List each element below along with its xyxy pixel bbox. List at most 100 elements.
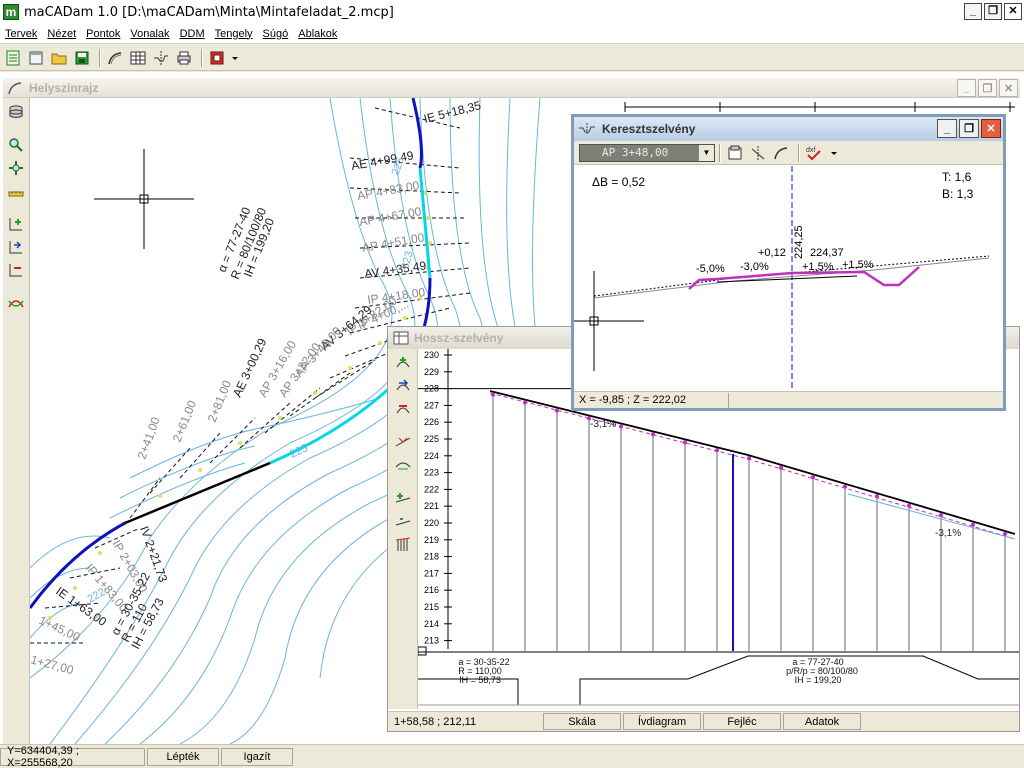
grade-point bbox=[779, 465, 783, 470]
ordinates-icon[interactable] bbox=[393, 534, 413, 554]
add-vertex-icon[interactable] bbox=[393, 353, 413, 373]
grade-point bbox=[555, 408, 559, 413]
site-plan-controls: _ ❐ ✕ bbox=[957, 79, 1018, 97]
station-dropdown[interactable]: AP 3+48,00 ▼ bbox=[579, 143, 715, 162]
toolbar-separator bbox=[798, 143, 800, 162]
main-statusbar: Y=634404,39 ; X=255568,20 Lépték Igazít bbox=[0, 744, 1024, 768]
toolbar-separator bbox=[201, 48, 203, 67]
measure-icon[interactable] bbox=[6, 181, 26, 201]
menu-vonalak[interactable]: Vonalak bbox=[125, 28, 174, 40]
open-plan-icon[interactable] bbox=[26, 48, 46, 68]
label-2-41: 2+41,00 bbox=[135, 415, 163, 461]
site-plan-icon bbox=[8, 81, 22, 94]
save-icon[interactable] bbox=[72, 48, 92, 68]
grade-point bbox=[523, 400, 527, 405]
pan-icon[interactable] bbox=[6, 158, 26, 178]
label-ap-4-83: AP 4+83,00 bbox=[356, 178, 421, 203]
scale-button[interactable]: Skála bbox=[543, 713, 621, 730]
long-section-statusbar: 1+58,58 ; 212,11 Skála Ívdiagram Fejléc … bbox=[388, 711, 1019, 731]
curve-diagram-button[interactable]: Ívdiagram bbox=[623, 713, 701, 730]
header-button[interactable]: Fejléc bbox=[703, 713, 781, 730]
vertical-curve-icon[interactable] bbox=[393, 455, 413, 475]
grade-label-right: -3,1% bbox=[935, 528, 961, 539]
grade-point bbox=[683, 440, 687, 445]
station-value: AP 3+48,00 bbox=[602, 146, 669, 159]
site-plan-title: Helyszínrajz bbox=[29, 80, 99, 95]
add-terrain-icon[interactable] bbox=[393, 488, 413, 508]
label-2-61: 2+61,00 bbox=[170, 398, 199, 444]
close-button[interactable]: ✕ bbox=[1004, 3, 1022, 20]
dxf-export-icon[interactable]: dxf bbox=[804, 143, 826, 163]
crosshair-cursor bbox=[94, 149, 194, 249]
y-tick-label: 219 bbox=[424, 535, 439, 545]
alignment-tangent bbox=[124, 461, 271, 525]
minimize-button[interactable]: _ bbox=[964, 3, 982, 20]
y-tick-label: 230 bbox=[424, 350, 439, 360]
site-plan-close-button[interactable]: ✕ bbox=[999, 79, 1018, 97]
y-tick-label: 217 bbox=[424, 568, 439, 578]
dropdown-arrow-icon[interactable] bbox=[230, 48, 240, 68]
grade-point bbox=[747, 456, 751, 461]
cross-section-titlebar: Keresztszelvény _ ❐ ✕ bbox=[571, 114, 1006, 141]
new-plan-icon[interactable] bbox=[3, 48, 23, 68]
y-tick-label: 216 bbox=[424, 585, 439, 595]
menu-sugo[interactable]: Súgó bbox=[258, 28, 294, 40]
layers-icon[interactable] bbox=[207, 48, 227, 68]
delta-b-label: ΔB = 0,52 bbox=[592, 175, 645, 189]
move-vertex-icon[interactable] bbox=[393, 376, 413, 396]
menu-pontok[interactable]: Pontok bbox=[81, 28, 125, 40]
scale-status-button[interactable]: Lépték bbox=[147, 747, 219, 766]
curve-left-data: a = 30-35-22 R = 110,00 IH = 58,73 bbox=[458, 657, 509, 685]
restore-button[interactable]: ❐ bbox=[984, 3, 1002, 20]
y-tick-label: 218 bbox=[424, 552, 439, 562]
menu-ddm[interactable]: DDM bbox=[175, 28, 210, 40]
site-plan-minimize-button[interactable]: _ bbox=[957, 79, 976, 97]
y-tick-label: 220 bbox=[424, 518, 439, 528]
delete-vertex-icon[interactable] bbox=[393, 399, 413, 419]
grade-point bbox=[875, 494, 879, 499]
long-section-coord: 1+58,58 ; 212,11 bbox=[394, 715, 477, 728]
layers-stack-icon[interactable] bbox=[6, 102, 26, 122]
table-icon[interactable] bbox=[128, 48, 148, 68]
label-1-45: 1+45,00 bbox=[37, 613, 83, 644]
move-point-icon[interactable] bbox=[6, 237, 26, 257]
main-toolbar bbox=[0, 45, 1024, 71]
long-section-toolbox bbox=[388, 349, 418, 709]
cross-section-restore-button[interactable]: ❐ bbox=[959, 119, 979, 138]
print-icon[interactable] bbox=[174, 48, 194, 68]
zoom-icon[interactable] bbox=[6, 135, 26, 155]
cross-section-close-button[interactable]: ✕ bbox=[981, 119, 1001, 138]
cross-section-controls: _ ❐ ✕ bbox=[937, 119, 1001, 138]
slope-label-2: -3,0% bbox=[740, 261, 769, 273]
menu-tervek[interactable]: Tervek bbox=[0, 28, 42, 40]
open-folder-icon[interactable] bbox=[49, 48, 69, 68]
grade-tool-icon[interactable] bbox=[393, 432, 413, 452]
cross-section-canvas[interactable]: ΔB = 0,52 T: 1,6 B: 1,3 224,25 +0,12 224… bbox=[574, 166, 1003, 390]
axis-icon[interactable] bbox=[105, 48, 125, 68]
site-plan-restore-button[interactable]: ❐ bbox=[978, 79, 997, 97]
cross-section-coord: X = -9,85 ; Z = 222,02 bbox=[579, 392, 729, 408]
curve-edit-icon[interactable] bbox=[6, 293, 26, 313]
dxf-dropdown-icon[interactable] bbox=[829, 143, 839, 163]
cross-section-minimize-button[interactable]: _ bbox=[937, 119, 957, 138]
align-status-button[interactable]: Igazít bbox=[221, 747, 293, 766]
edit-terrain-icon[interactable] bbox=[393, 511, 413, 531]
menu-ablakok[interactable]: Ablakok bbox=[293, 28, 342, 40]
grade-point bbox=[1003, 532, 1007, 537]
delete-point-icon[interactable] bbox=[6, 260, 26, 280]
slope-label-3: +1,5% bbox=[802, 261, 834, 273]
menu-nezet[interactable]: Nézet bbox=[42, 28, 81, 40]
curve-left-ih: IH = 58,73 bbox=[459, 675, 501, 685]
add-point-icon[interactable] bbox=[6, 214, 26, 234]
grade-point bbox=[907, 503, 911, 508]
toolbar-separator bbox=[719, 143, 721, 162]
properties-icon[interactable] bbox=[725, 143, 745, 163]
data-button[interactable]: Adatok bbox=[783, 713, 861, 730]
site-plan-titlebar: Helyszínrajz _ ❐ ✕ bbox=[3, 78, 1020, 98]
axis-tool-icon[interactable] bbox=[748, 143, 768, 163]
curve-tool-icon[interactable] bbox=[771, 143, 791, 163]
cross-section-icon[interactable] bbox=[151, 48, 171, 68]
slope-label-1: -5,0% bbox=[696, 263, 725, 275]
menu-tengely[interactable]: Tengely bbox=[210, 28, 258, 40]
chevron-down-icon[interactable]: ▼ bbox=[698, 144, 714, 161]
